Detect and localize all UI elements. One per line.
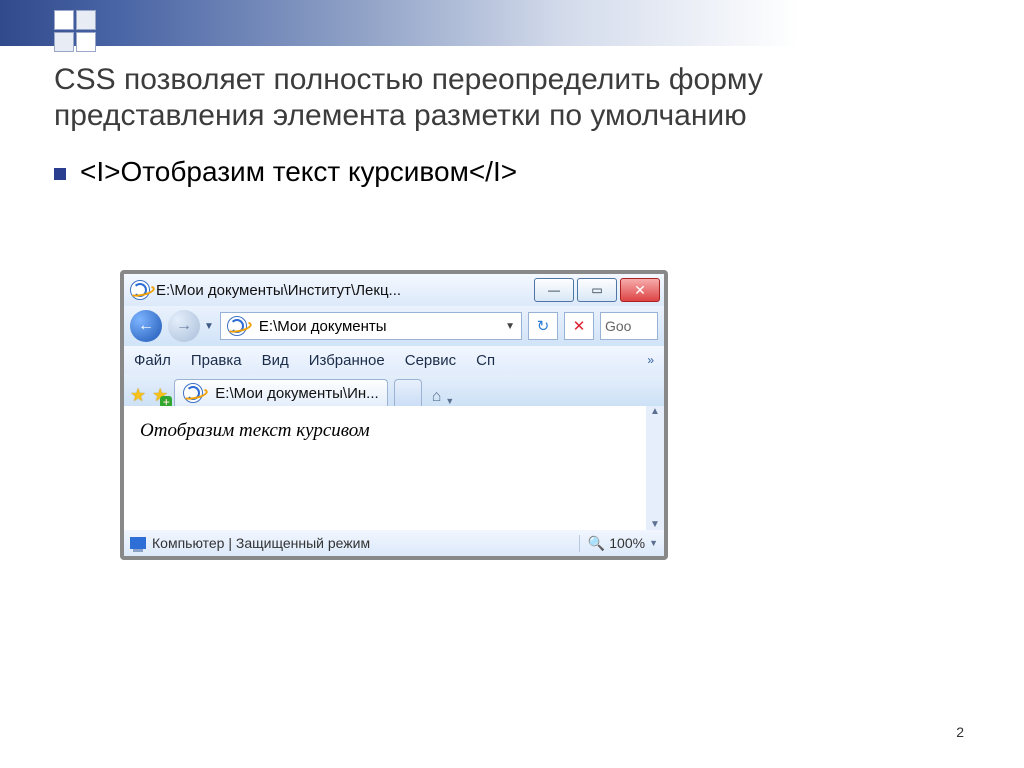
bullet-text: <I>Отобразим текст курсивом</I> [80,156,517,188]
forward-button[interactable]: → [168,310,200,342]
refresh-button[interactable]: ↻ [528,312,558,340]
ie-favicon-icon [227,316,247,336]
window-controls: — ▭ ✕ [534,278,660,302]
tab-label: E:\Мои документы\Ин... [215,385,378,402]
tab-favicon-icon [183,383,203,403]
ie-window: E:\Мои документы\Институт\Лекц... — ▭ ✕ … [120,270,668,560]
add-favorite-icon[interactable]: ★ [152,385,168,406]
slide-page-number: 2 [956,724,964,740]
status-text: Компьютер | Защищенный режим [152,535,370,551]
magnifier-icon: 🔍 [588,535,605,552]
maximize-button[interactable]: ▭ [577,278,617,302]
header-band [0,0,1024,46]
home-dropdown-icon[interactable]: ▼ [445,396,454,406]
computer-icon [130,537,146,549]
search-box[interactable]: Goo [600,312,658,340]
close-button[interactable]: ✕ [620,278,660,302]
window-title: E:\Мои документы\Институт\Лекц... [156,282,534,299]
scroll-up-icon[interactable]: ▲ [650,406,660,417]
slide: CSS позволяет полностью переопределить ф… [0,0,1024,768]
tab-active[interactable]: E:\Мои документы\Ин... [174,379,387,406]
stop-button[interactable]: ✕ [564,312,594,340]
menu-edit[interactable]: Правка [191,352,242,369]
menu-view[interactable]: Вид [262,352,289,369]
scroll-down-icon[interactable]: ▼ [650,519,660,530]
bullet-item: <I>Отобразим текст курсивом</I> [54,156,974,188]
tabbar: ★ ★ E:\Мои документы\Ин... ⌂ ▼ [124,374,664,406]
back-button[interactable]: ← [130,310,162,342]
address-bar[interactable]: E:\Мои документы ▼ [220,312,522,340]
header-squares-icon [54,10,114,54]
menubar: Файл Правка Вид Избранное Сервис Сп » [124,346,664,374]
menu-file[interactable]: Файл [134,352,171,369]
titlebar: E:\Мои документы\Институт\Лекц... — ▭ ✕ [124,274,664,306]
slide-title: CSS позволяет полностью переопределить ф… [54,62,974,134]
bullet-list: <I>Отобразим текст курсивом</I> [54,156,974,198]
page-body-text: Отобразим текст курсивом [124,406,386,530]
page-viewport: Отобразим текст курсивом ▲ ▼ [124,406,664,530]
menu-help[interactable]: Сп [476,352,495,369]
navbar: ← → ▼ E:\Мои документы ▼ ↻ ✕ Goo [124,306,664,346]
bullet-square-icon [54,168,66,180]
new-tab-button[interactable] [394,379,422,406]
menu-fav[interactable]: Избранное [309,352,385,369]
ie-logo-icon [130,280,150,300]
history-dropdown-icon[interactable]: ▼ [204,321,214,332]
home-icon[interactable]: ⌂ [432,388,442,406]
search-placeholder: Goo [605,318,631,334]
address-text: E:\Мои документы [259,318,387,335]
zoom-value: 100% [609,535,645,551]
zoom-control[interactable]: 🔍 100% ▼ [579,535,658,552]
minimize-button[interactable]: — [534,278,574,302]
statusbar: Компьютер | Защищенный режим 🔍 100% ▼ [124,530,664,556]
menu-tools[interactable]: Сервис [405,352,456,369]
favorites-star-icon[interactable]: ★ [130,385,146,406]
address-dropdown-icon[interactable]: ▼ [505,321,515,332]
menu-more-icon[interactable]: » [647,353,654,367]
vertical-scrollbar[interactable]: ▲ ▼ [646,406,664,530]
zoom-dropdown-icon[interactable]: ▼ [649,538,658,548]
